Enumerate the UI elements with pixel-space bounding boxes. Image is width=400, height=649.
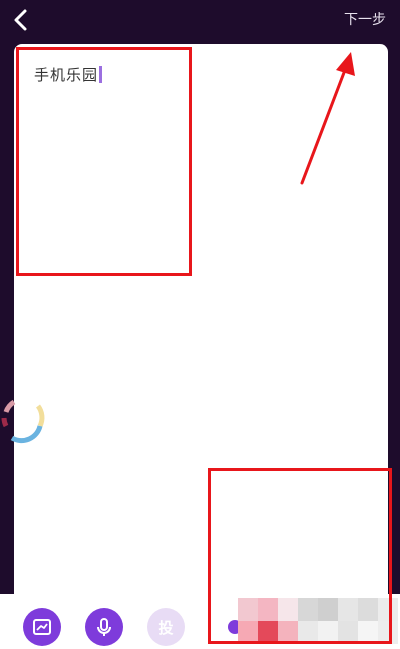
submit-label: 投 (158, 618, 174, 637)
microphone-icon (97, 618, 111, 636)
text-caret (99, 66, 103, 83)
mosaic-overlay (238, 598, 398, 644)
back-button[interactable] (8, 6, 36, 34)
chevron-left-icon (14, 9, 27, 31)
voice-button[interactable] (85, 608, 123, 646)
next-step-button[interactable]: 下一步 (344, 9, 386, 29)
image-icon (33, 619, 51, 635)
loading-spinner-icon (1, 399, 45, 444)
editor-content[interactable]: 手机乐园 (34, 64, 103, 85)
submit-button[interactable]: 投 (147, 608, 185, 646)
editor-text: 手机乐园 (34, 66, 99, 84)
text-editor-card[interactable]: 手机乐园 (14, 44, 388, 604)
top-bar: 下一步 (0, 0, 400, 40)
image-button[interactable] (23, 608, 61, 646)
